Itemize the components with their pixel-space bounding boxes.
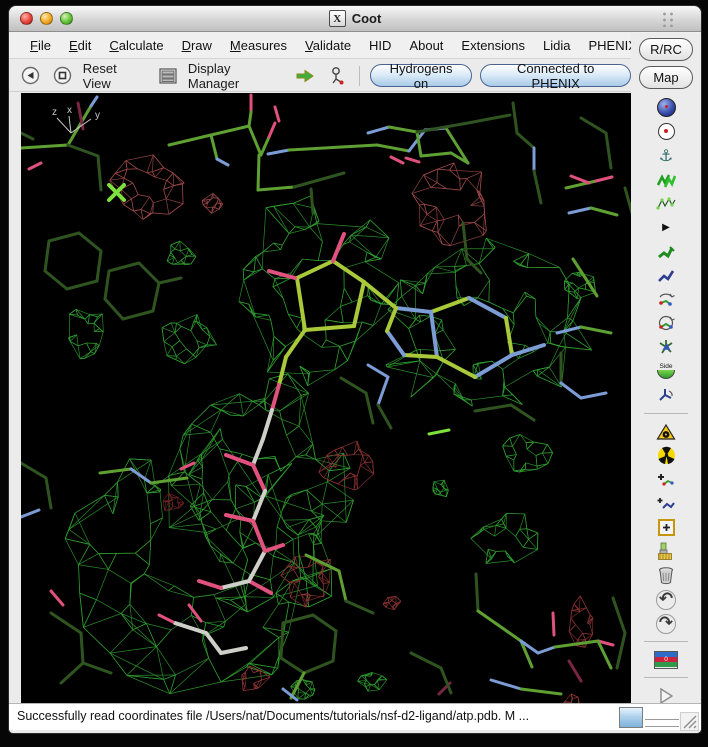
map-button[interactable]: Map [639,66,693,89]
record-view-icon[interactable] [51,65,75,86]
window-title: Coot [352,11,382,26]
coot-window: X Coot FileEditCalculateDrawMeasuresVali… [8,5,702,734]
menu-lidia[interactable]: Lidia [534,35,579,56]
reset-view-button[interactable]: Reset View [83,61,148,91]
menu-hid[interactable]: HID [360,35,400,56]
redo-icon[interactable]: ↷ [654,613,678,634]
menu-extensions[interactable]: Extensions [452,35,534,56]
title-bar[interactable]: X Coot [9,6,701,32]
toolbar-separator [644,641,688,642]
clear-atom-pull-icon[interactable] [654,541,678,562]
real-space-refine-zone-icon[interactable] [654,169,678,190]
main-toolbar: Reset View Display Manager Hydrogens on … [9,60,631,92]
menu-about[interactable]: About [400,35,452,56]
tandem-refine-icon[interactable] [654,193,678,214]
molecular-viewport[interactable]: zx y [21,93,632,704]
density-mesh-green [167,241,196,265]
x11-app-icon: X [329,10,346,27]
svg-text:x: x [67,105,72,116]
refinement-flag-icon[interactable]: 0 [654,649,678,670]
density-mesh-red [412,163,486,246]
density-mesh-red [202,193,223,213]
expand-toolbar-icon[interactable]: ▶ [654,217,678,238]
rrc-button[interactable]: R/RC [639,38,693,61]
menu-validate[interactable]: Validate [296,35,360,56]
refine-residues-icon[interactable] [654,313,678,334]
icon-stack: ⚓ ▶ Side ↶ ↷ 0 [644,97,688,719]
edit-chi-angles-icon[interactable] [654,385,678,406]
density-mesh-green [68,309,103,358]
menu-edit[interactable]: Edit [60,35,100,56]
density-mesh-red [569,596,593,647]
add-alt-conf-icon[interactable] [654,517,678,538]
toolbar-separator [644,413,688,414]
density-mesh-green [433,480,448,497]
regularize-zone-icon[interactable] [654,289,678,310]
simple-mutate-icon[interactable] [654,445,678,466]
status-message: Successfully read coordinates file /User… [17,709,617,723]
recentre-icon[interactable] [654,121,678,142]
status-bar: Successfully read coordinates file /User… [9,703,701,730]
go-arrow-icon[interactable] [293,65,317,86]
svg-text:y: y [95,110,100,121]
undo-icon[interactable]: ↶ [654,589,678,610]
density-mesh-red [163,493,184,510]
density-mesh-green [471,513,538,563]
menu-calculate[interactable]: Calculate [100,35,172,56]
hydrogens-toggle-button[interactable]: Hydrogens on [370,64,473,87]
sphere-refine-icon[interactable] [654,97,678,118]
add-terminal-residue-icon[interactable] [654,493,678,514]
menu-bar: FileEditCalculateDrawMeasuresValidateHID… [9,32,701,59]
density-mesh-green [358,672,387,691]
phenix-connection-button[interactable]: Connected to PHENIX [480,64,631,87]
density-mesh-green [169,374,354,612]
statusbar-lines [645,719,679,727]
svg-text:z: z [52,107,57,118]
menu-drag-handle-icon[interactable] [661,11,675,27]
resize-grip[interactable] [680,712,699,731]
status-progress-square[interactable] [619,707,643,728]
display-manager-button[interactable]: Display Manager [188,61,285,91]
menu-draw[interactable]: Draw [173,35,221,56]
rigid-body-fit-icon[interactable] [654,265,678,286]
menu-measures[interactable]: Measures [221,35,296,56]
add-atom-icon[interactable] [654,469,678,490]
anchor-icon[interactable]: ⚓ [654,145,678,166]
rotate-translate-zone-icon[interactable] [654,241,678,262]
display-manager-icon[interactable] [156,65,180,86]
back-icon[interactable] [19,65,43,86]
flip-sidechain-icon[interactable]: Side [654,361,678,382]
toolbar-separator [644,677,688,678]
density-mesh-red [383,596,401,609]
density-mesh-green [162,314,217,363]
ligand-builder-icon[interactable] [325,65,349,86]
mutate-autofit-icon[interactable] [654,421,678,442]
toolbar-separator [359,66,360,86]
right-toolbar: R/RC Map ⚓ ▶ Side ↶ ↷ 0 [631,33,701,719]
auto-fit-rotamer-icon[interactable] [654,337,678,358]
delete-item-icon[interactable] [654,565,678,586]
menu-file[interactable]: File [21,35,60,56]
density-mesh-green [503,434,553,472]
